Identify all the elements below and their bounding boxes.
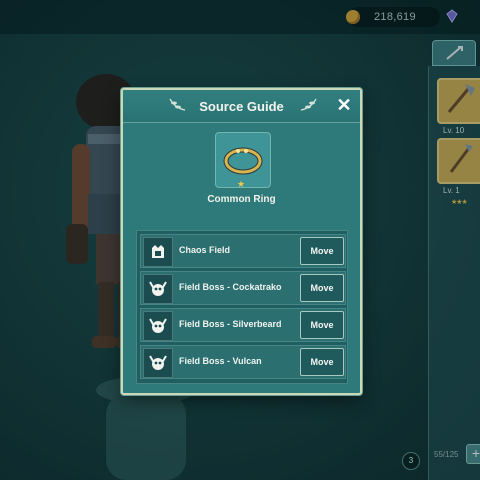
laurel-right-icon <box>300 98 317 111</box>
item-name: Common Ring <box>207 194 276 205</box>
demon-skull-icon <box>143 311 173 341</box>
modal-title: Source Guide <box>199 99 284 114</box>
close-button[interactable]: ✕ <box>333 94 355 116</box>
move-button[interactable]: Move <box>300 237 344 265</box>
move-button[interactable]: Move <box>300 348 344 376</box>
source-label: Chaos Field <box>179 245 231 255</box>
source-row: Chaos Field Move <box>140 234 346 268</box>
source-label: Field Boss - Cockatrako <box>179 282 282 292</box>
source-guide-modal: Source Guide ✕ ★ Common Ring Chaos Field <box>121 88 362 395</box>
source-label: Field Boss - Silverbeard <box>179 319 282 329</box>
star-icon: ★ <box>237 179 246 189</box>
chaos-field-icon <box>143 237 173 267</box>
source-row: Field Boss - Cockatrako Move <box>140 271 346 305</box>
source-list: Chaos Field Move Field Boss - Cockatrako… <box>136 230 348 384</box>
demon-skull-icon <box>143 274 173 304</box>
demon-skull-icon <box>143 348 173 378</box>
source-row: Field Boss - Silverbeard Move <box>140 308 346 342</box>
move-button[interactable]: Move <box>300 274 344 302</box>
modal-header: Source Guide ✕ <box>123 90 360 123</box>
source-row: Field Boss - Vulcan Move <box>140 345 346 379</box>
move-button[interactable]: Move <box>300 311 344 339</box>
source-label: Field Boss - Vulcan <box>179 356 262 366</box>
